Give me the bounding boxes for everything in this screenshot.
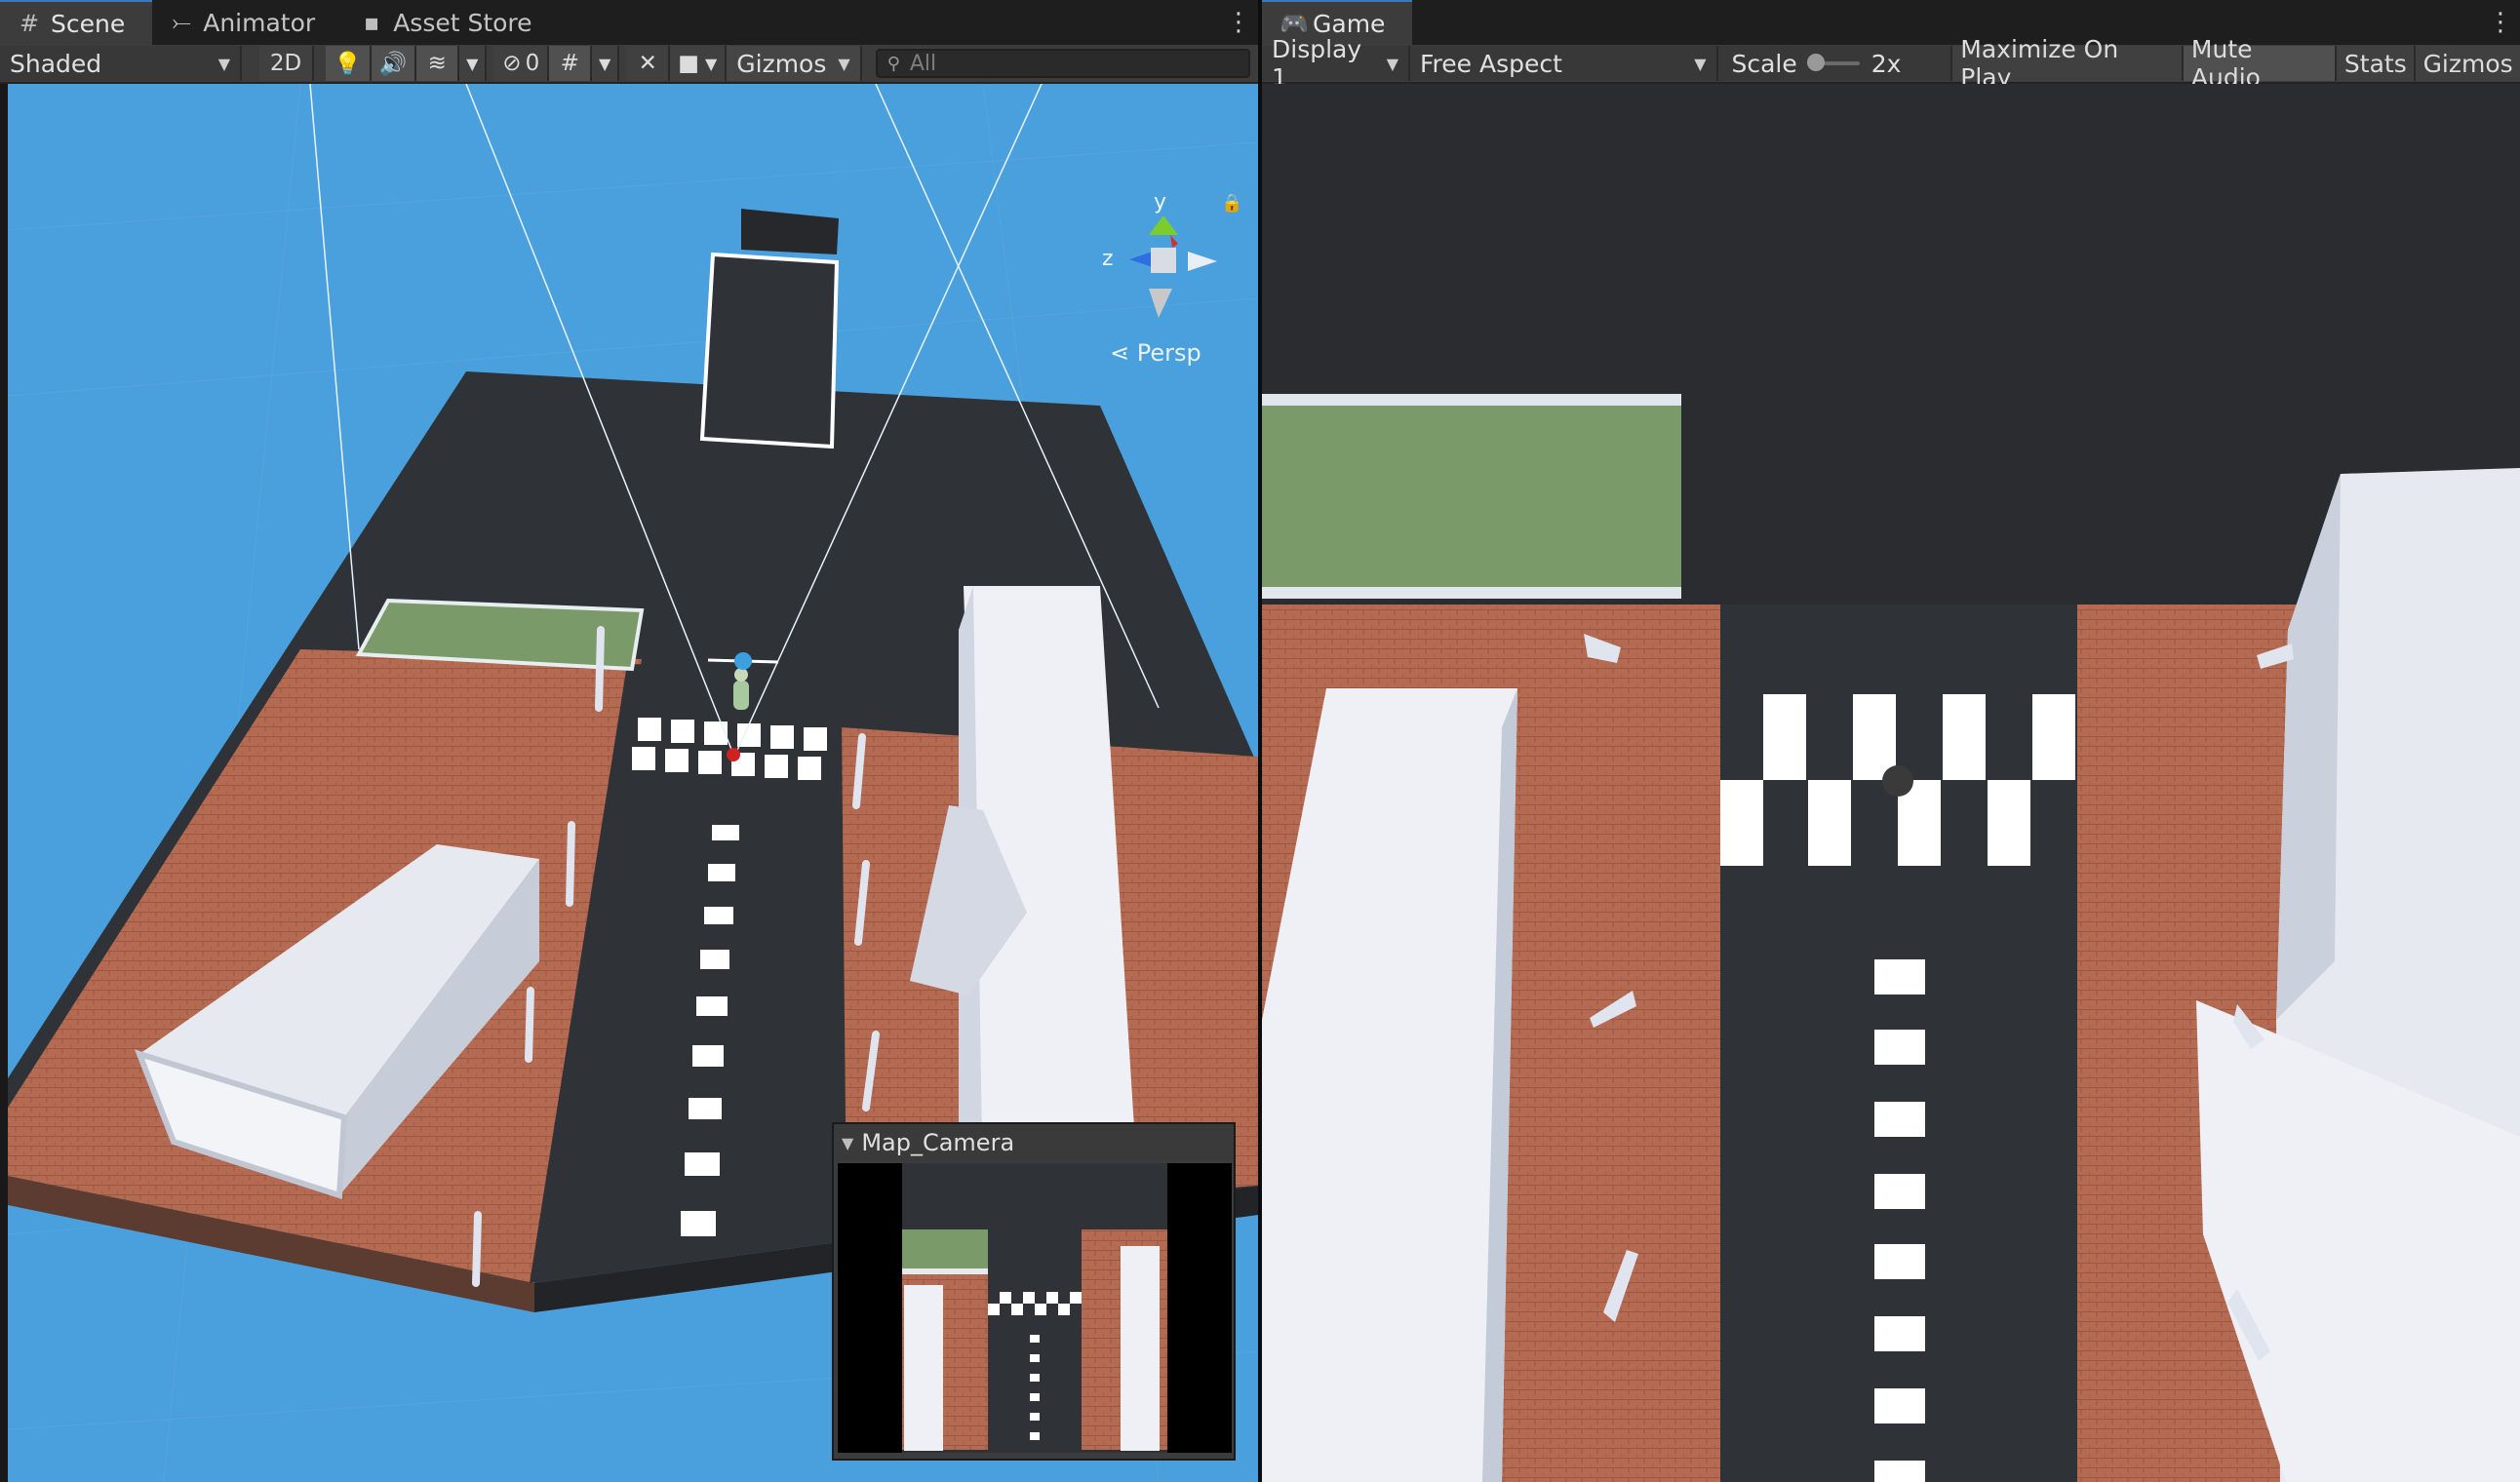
scale-slider[interactable]: [1806, 54, 1860, 71]
collapse-triangle-icon[interactable]: ▼: [842, 1134, 853, 1152]
chevron-down-icon: ▼: [704, 54, 718, 73]
chevron-down-icon: ▼: [217, 54, 230, 73]
camera-settings-button[interactable]: ■ ▼: [670, 46, 728, 81]
scale-control[interactable]: Scale 2x: [1717, 46, 1953, 81]
gizmos-label: Gizmos: [736, 49, 827, 78]
game-gizmos-label: Gizmos: [2422, 49, 2513, 78]
tab-animator-label: Animator: [203, 8, 316, 37]
axis-y-label: y: [1154, 190, 1166, 214]
scene-search-input[interactable]: ⚲ All: [875, 49, 1250, 78]
hidden-objects-count: 0: [525, 51, 540, 76]
axis-gizmo-icon: y z: [1102, 190, 1217, 318]
tab-game-label: Game: [1313, 9, 1386, 38]
effects-dropdown[interactable]: ▼: [459, 46, 488, 81]
game-tabbar: 🎮 Game ⋮: [1262, 0, 2520, 45]
orientation-gizmo[interactable]: y z: [1090, 181, 1237, 337]
game-gizmos-button[interactable]: Gizmos: [2416, 46, 2520, 81]
stats-label: Stats: [2343, 49, 2407, 78]
scale-slider-handle[interactable]: [1806, 54, 1825, 71]
axis-z-label: z: [1102, 247, 1114, 271]
camera-icon: ■: [678, 51, 699, 76]
tools-icon: ✕: [638, 51, 657, 76]
tab-scene-label: Scene: [51, 9, 126, 38]
stats-button[interactable]: Stats: [2337, 46, 2417, 81]
grid-icon: #: [560, 51, 579, 76]
map-camera-render: [838, 1163, 1232, 1453]
eye-slash-icon: ⊘: [502, 51, 522, 76]
perspective-icon: ⋖: [1110, 339, 1130, 367]
scene-panel: # Scene ⤚ Animator ▪ Asset Store ⋮ Shade…: [0, 0, 1258, 1482]
audio-toggle-button[interactable]: 🔊: [371, 46, 417, 81]
aspect-label: Free Aspect: [1420, 49, 1562, 78]
projection-label: Persp: [1136, 339, 1201, 367]
tools-button[interactable]: ✕: [627, 46, 671, 81]
scene-toolbar: Shaded ▼ 2D 💡 🔊 ≋ ▼ ⊘ 0 # ▼ ✕ ■ ▼ Gizmos…: [0, 45, 1258, 84]
search-placeholder: All: [909, 51, 937, 76]
map-camera-image: [838, 1163, 1232, 1453]
map-camera-preview[interactable]: ▼ Map_Camera: [832, 1122, 1236, 1461]
bag-icon: ▪: [364, 9, 380, 36]
tab-scene[interactable]: # Scene: [0, 0, 153, 45]
hidden-objects-button[interactable]: ⊘ 0: [494, 46, 550, 81]
chevron-down-icon: ▼: [466, 54, 479, 73]
chevron-down-icon: ▼: [1694, 54, 1707, 73]
maximize-on-play-button[interactable]: Maximize On Play: [1952, 35, 2184, 92]
mute-audio-button[interactable]: Mute Audio: [2183, 35, 2338, 92]
lightbulb-icon: 💡: [334, 51, 362, 77]
layers-icon: ≋: [427, 51, 447, 76]
tab-asset-store[interactable]: ▪ Asset Store: [342, 0, 559, 45]
grid-toggle-button[interactable]: #: [549, 46, 593, 81]
north-road: [699, 252, 840, 449]
tab-animator[interactable]: ⤚ Animator: [152, 0, 342, 45]
scene-tabbar: # Scene ⤚ Animator ▪ Asset Store ⋮: [0, 0, 1258, 45]
shading-mode-dropdown[interactable]: Shaded ▼: [0, 46, 242, 81]
2d-toggle-button[interactable]: 2D: [259, 46, 314, 81]
display-dropdown[interactable]: Display 1 ▼: [1262, 35, 1410, 92]
chevron-down-icon: ▼: [599, 54, 611, 73]
gamepad-icon: 🎮: [1280, 10, 1309, 37]
animator-icon: ⤚: [172, 9, 191, 36]
game-render: [1262, 84, 2520, 1482]
2d-toggle-label: 2D: [269, 51, 302, 76]
game-panel: 🎮 Game ⋮ Display 1 ▼ Free Aspect ▼ Scale…: [1262, 0, 2520, 1482]
shading-mode-label: Shaded: [10, 49, 102, 78]
game-viewport[interactable]: [1262, 84, 2520, 1482]
lighting-toggle-button[interactable]: 💡: [326, 46, 372, 81]
lock-icon[interactable]: 🔒: [1221, 193, 1242, 214]
game-toolbar: Display 1 ▼ Free Aspect ▼ Scale 2x Maxim…: [1262, 35, 2520, 92]
chevron-down-icon: ▼: [1386, 54, 1398, 73]
hash-icon: #: [19, 10, 40, 37]
tab-asset-store-label: Asset Store: [393, 8, 532, 37]
north-road-cap: [741, 209, 839, 254]
game-menu-icon[interactable]: ⋮: [2481, 0, 2520, 45]
gizmos-dropdown[interactable]: Gizmos ▼: [727, 46, 862, 81]
speaker-icon: 🔊: [378, 51, 408, 77]
scene-menu-icon[interactable]: ⋮: [1219, 0, 1258, 45]
grid-dropdown[interactable]: ▼: [592, 46, 620, 81]
search-icon: ⚲: [886, 53, 900, 74]
scale-label: Scale: [1731, 49, 1797, 78]
aspect-dropdown[interactable]: Free Aspect ▼: [1410, 46, 1718, 81]
projection-toggle[interactable]: ⋖ Persp: [1110, 339, 1201, 367]
effects-toggle-button[interactable]: ≋: [416, 46, 460, 81]
map-camera-title: Map_Camera: [861, 1129, 1015, 1156]
scale-value: 2x: [1870, 49, 1902, 78]
map-camera-header[interactable]: ▼ Map_Camera: [834, 1124, 1234, 1161]
chevron-down-icon: ▼: [838, 54, 850, 73]
